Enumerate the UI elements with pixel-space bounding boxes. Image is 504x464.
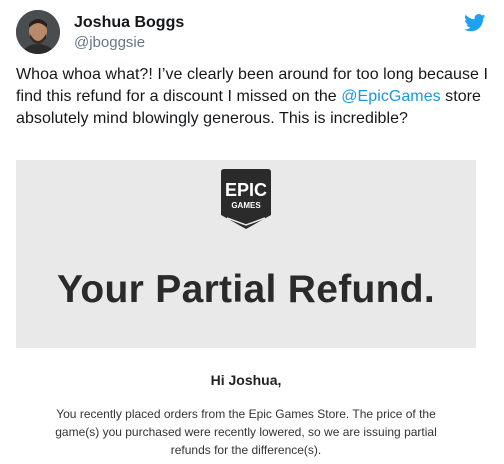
epic-games-logo: EPIC GAMES (221, 169, 271, 229)
email-greeting: Hi Joshua, (210, 372, 282, 388)
attached-image[interactable]: EPIC GAMES Your Partial Refund. (16, 160, 476, 348)
logo-line2: GAMES (231, 201, 261, 210)
tweet-header: Joshua Boggs @jboggsie (16, 10, 488, 56)
mention-link[interactable]: @EpicGames (341, 88, 440, 105)
refund-title: Your Partial Refund. (57, 268, 435, 311)
author-handle[interactable]: @jboggsie (74, 33, 184, 53)
logo-line1: EPIC (225, 180, 267, 200)
email-body: You recently placed orders from the Epic… (55, 407, 437, 457)
avatar[interactable] (16, 10, 60, 54)
twitter-bird-icon[interactable] (464, 14, 486, 32)
author-name[interactable]: Joshua Boggs (74, 13, 184, 33)
tweet-text: Whoa whoa what?! I’ve clearly been aroun… (16, 64, 496, 130)
author-block: Joshua Boggs @jboggsie (74, 13, 184, 53)
